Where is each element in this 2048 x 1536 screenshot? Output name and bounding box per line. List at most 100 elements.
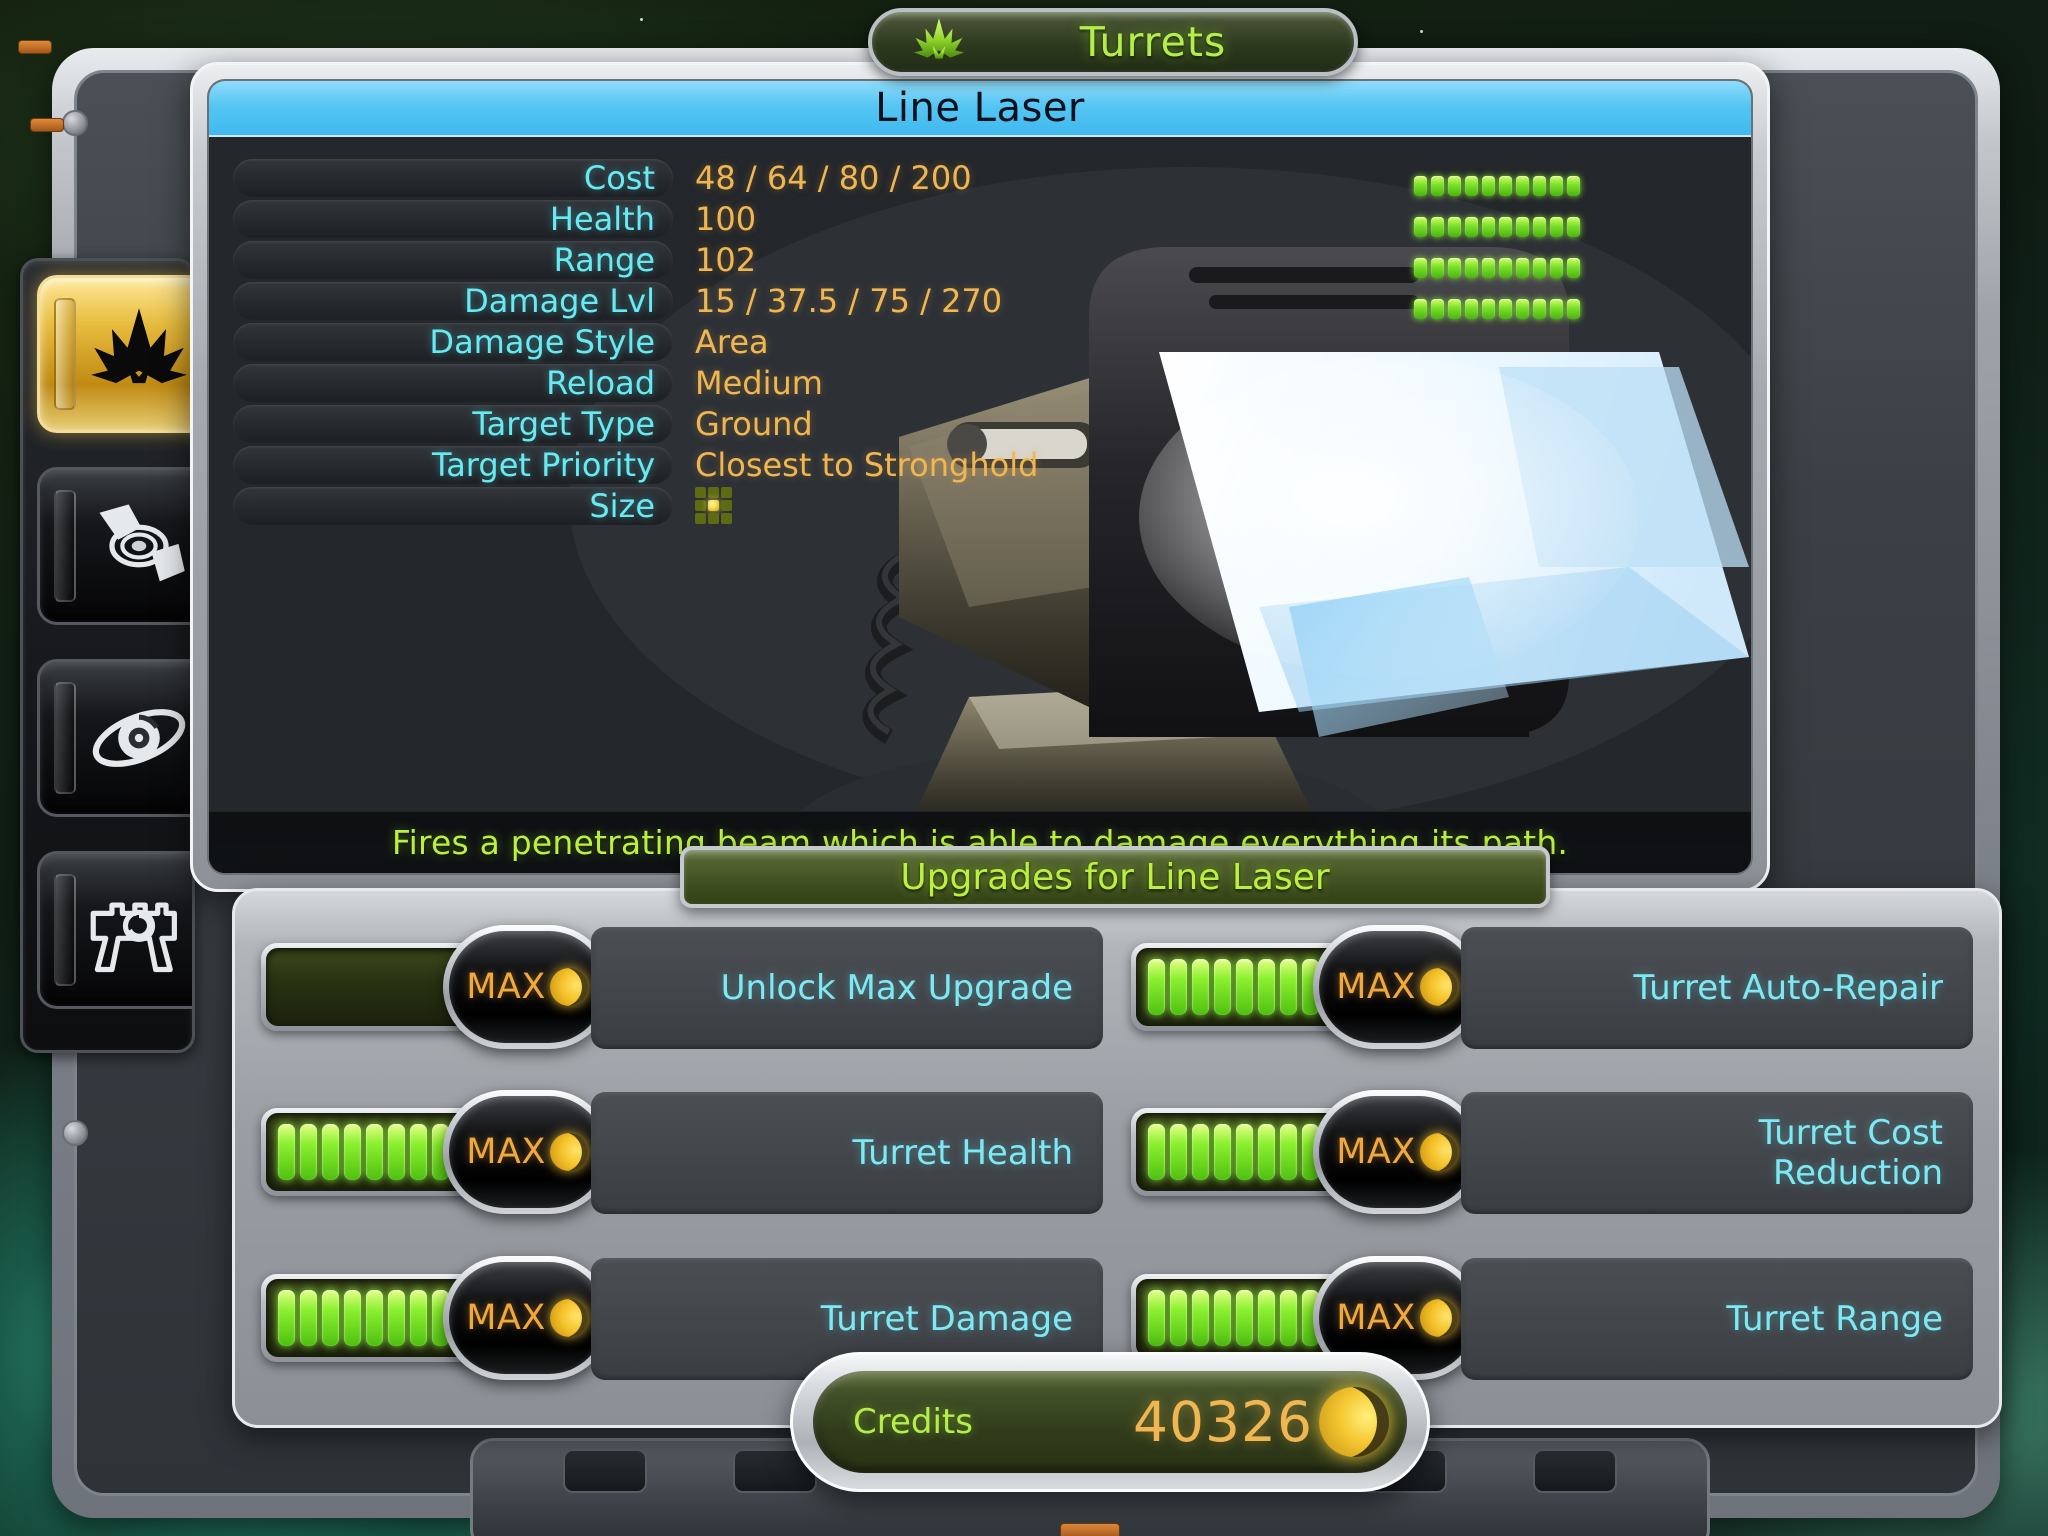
- meter-pip: [1431, 216, 1444, 237]
- max-label: MAX: [466, 1132, 546, 1173]
- stat-value: 102: [695, 240, 757, 279]
- tab-grip: [54, 490, 76, 602]
- upgrade-pip-filled: [1148, 1124, 1165, 1181]
- background-star: [1420, 30, 1423, 33]
- size-grid-1x1-icon: [695, 487, 732, 524]
- stat-meter-range: [1414, 247, 1580, 288]
- meter-pip: [1448, 298, 1461, 319]
- upgrade-pip-filled: [1170, 1124, 1187, 1181]
- stat-label: Damage Style: [429, 322, 655, 361]
- credits-bar: Credits 40326: [813, 1371, 1407, 1473]
- sidebar-item-stronghold[interactable]: [37, 851, 192, 1009]
- upgrade-pip-filled: [388, 1289, 405, 1346]
- category-sidebar[interactable]: [20, 258, 195, 1053]
- meter-pip: [1448, 175, 1461, 196]
- upgrade-max-button[interactable]: MAX: [443, 1090, 611, 1215]
- meter-pip: [1482, 257, 1495, 278]
- upgrade-slot[interactable]: MAX Unlock Max Upgrade: [261, 921, 1103, 1055]
- stat-label: Size: [589, 486, 655, 525]
- credits-value: 40326: [1133, 1390, 1313, 1454]
- stat-row: Damage Lvl 15 / 37.5 / 75 / 270: [233, 280, 1233, 321]
- max-label: MAX: [466, 967, 546, 1007]
- upgrade-pip-filled: [1236, 959, 1253, 1015]
- meter-pip: [1414, 175, 1427, 196]
- meter-pip: [1567, 175, 1580, 196]
- stat-meter-health: [1414, 206, 1580, 247]
- meter-pip: [1465, 216, 1478, 237]
- upgrade-pip-filled: [388, 1124, 405, 1181]
- coin-icon: [549, 1133, 588, 1172]
- upgrade-pip-filled: [1258, 1289, 1275, 1346]
- meter-pip: [1482, 298, 1495, 319]
- upgrade-pip-filled: [344, 1124, 361, 1181]
- upgrade-label-box: Turret Auto-Repair: [1461, 927, 1973, 1049]
- upgrade-pip-filled: [1170, 1289, 1187, 1346]
- upgrade-max-button[interactable]: MAX: [443, 1255, 611, 1380]
- upgrade-pip-filled: [322, 1124, 339, 1181]
- meter-pip: [1533, 257, 1546, 278]
- orbital-swirl-icon: [92, 709, 186, 767]
- meter-pip: [1414, 216, 1427, 237]
- meter-pip: [1465, 257, 1478, 278]
- sidebar-item-orbital[interactable]: [37, 659, 192, 817]
- meter-pip: [1465, 298, 1478, 319]
- crown-burst-icon: [914, 18, 964, 59]
- turret-stats-table: Cost 48 / 64 / 80 / 200 Health 100 Range…: [233, 157, 1233, 526]
- upgrade-label-box: Unlock Max Upgrade: [591, 927, 1103, 1049]
- stat-value: Area: [695, 322, 769, 361]
- stat-value: 100: [695, 199, 757, 238]
- upgrade-label: Unlock Max Upgrade: [720, 967, 1073, 1008]
- upgrade-label-box: Turret Cost Reduction: [1461, 1092, 1973, 1215]
- max-label: MAX: [1336, 1132, 1416, 1173]
- meter-pip: [1414, 257, 1427, 278]
- coin-icon: [1319, 1387, 1389, 1457]
- tab-grip: [54, 682, 76, 794]
- upgrade-pip-filled: [1280, 959, 1297, 1015]
- upgrade-label-box: Turret Health: [591, 1092, 1103, 1215]
- tab-grip: [54, 874, 76, 986]
- upgrade-pip-filled: [1192, 959, 1209, 1015]
- meter-pip: [1482, 216, 1495, 237]
- meter-pip: [1448, 216, 1461, 237]
- credits-label: Credits: [853, 1402, 973, 1442]
- meter-pip: [1516, 216, 1529, 237]
- tab-grip: [54, 298, 76, 410]
- meter-pip: [1431, 257, 1444, 278]
- frame-rivet: [62, 1120, 88, 1146]
- upgrade-pip-filled: [1148, 1289, 1165, 1346]
- stat-meters: [1414, 165, 1580, 329]
- base-foot: [563, 1449, 647, 1493]
- upgrade-pip-filled: [1192, 1124, 1209, 1181]
- sidebar-item-weapons[interactable]: [37, 467, 192, 625]
- upgrades-header-button[interactable]: Upgrades for Line Laser: [680, 846, 1550, 908]
- upgrade-pip-filled: [1214, 1124, 1231, 1181]
- upgrade-max-button[interactable]: MAX: [1313, 925, 1481, 1049]
- upgrade-label: Turret Health: [852, 1133, 1073, 1174]
- upgrade-slot[interactable]: MAX Turret Cost Reduction: [1131, 1086, 1973, 1220]
- upgrade-pip-filled: [1170, 959, 1187, 1015]
- upgrade-pip-filled: [1236, 1289, 1253, 1346]
- upgrade-slot[interactable]: MAX Turret Health: [261, 1086, 1103, 1220]
- meter-pip: [1550, 216, 1563, 237]
- meter-pip: [1550, 175, 1563, 196]
- stat-value: 15 / 37.5 / 75 / 270: [695, 281, 1003, 320]
- upgrade-pip-filled: [344, 1289, 361, 1346]
- meter-pip: [1567, 257, 1580, 278]
- stat-meter-damage: [1414, 288, 1580, 329]
- stat-label: Reload: [546, 363, 655, 402]
- upgrade-max-button[interactable]: MAX: [1313, 1090, 1481, 1215]
- meter-pip: [1482, 175, 1495, 196]
- upgrade-label-box: Turret Range: [1461, 1257, 1973, 1380]
- background-star: [640, 18, 643, 21]
- meter-pip: [1431, 175, 1444, 196]
- upgrade-pip-filled: [300, 1124, 317, 1181]
- upgrades-header-label: Upgrades for Line Laser: [900, 856, 1330, 898]
- meter-pip: [1499, 175, 1512, 196]
- meter-pip: [1550, 298, 1563, 319]
- upgrade-slot[interactable]: MAX Turret Auto-Repair: [1131, 921, 1973, 1055]
- meter-pip: [1567, 216, 1580, 237]
- upgrade-max-button[interactable]: MAX: [443, 925, 611, 1049]
- upgrade-pip-filled: [1192, 1289, 1209, 1346]
- weapon-barrel-icon: [99, 504, 185, 582]
- sidebar-item-turrets[interactable]: [37, 275, 192, 433]
